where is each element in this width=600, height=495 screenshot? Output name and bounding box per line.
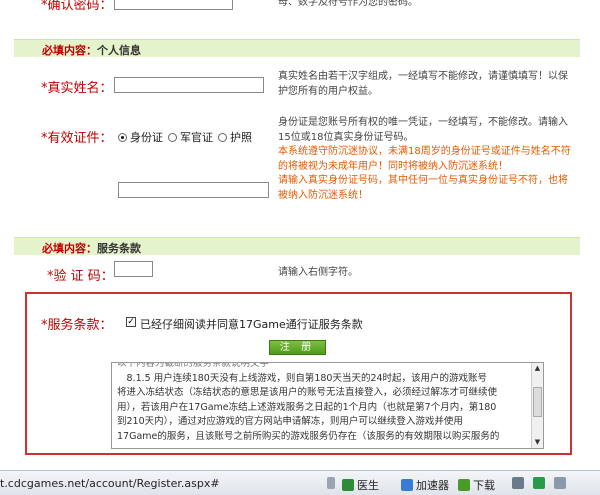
doctor-icon [342,479,354,491]
captcha-hint: 请输入右侧字符。 [278,267,358,278]
register-button[interactable]: 注 册 [269,340,326,355]
id-doc-label: *有效证件： [41,131,113,146]
section-key: 必填内容： [42,44,97,57]
id-number-input[interactable] [118,182,269,198]
section-terms: 必填内容：服务条款 [14,237,580,255]
radio-button[interactable] [168,132,177,142]
accelerator-icon [401,479,413,491]
terms-text-top: 以下内容为截断的服务条款说明文字 [117,362,270,369]
section-title: 服务条款 [97,242,141,255]
status-accelerator[interactable]: 加速器 [401,477,449,493]
download-icon [458,479,470,491]
confirm-password-label: *确认密码： [41,0,113,13]
status-doctor[interactable]: 医生 [342,477,379,493]
terms-label: *服务条款： [41,318,113,333]
tray-icon[interactable] [512,477,524,489]
scroll-thumb[interactable] [533,387,542,417]
status-url: t.cdcgames.net/account/Register.aspx# [0,477,220,490]
terms-checkbox[interactable]: ✓ [126,317,136,327]
scroll-down-icon[interactable]: ▼ [532,437,543,448]
confirm-password-hint: 母、数字及符号作为您的密码。 [278,0,418,8]
section-title: 个人信息 [97,44,141,57]
terms-text-area[interactable]: 以下内容为截断的服务条款说明文字 8.1.5 用户连续180天没有上线游戏，则自… [111,362,544,449]
id-doc-radio-group: 身份证 军官证 护照 [118,129,257,145]
radio-button[interactable] [218,132,227,142]
real-name-hint: 真实姓名由若干汉字组成，一经填写不能修改，请谨慎填写！以保 护您所有的用户权益。 [278,71,568,97]
radio-button[interactable] [118,132,127,142]
radio-id-card[interactable]: 身份证 [118,129,163,145]
ie-icon[interactable] [533,477,545,489]
section-key: 必填内容： [42,242,97,255]
confirm-password-input[interactable] [114,0,233,10]
phone-icon[interactable] [327,477,338,489]
status-icons [512,477,569,489]
section-personal-info: 必填内容：个人信息 [14,39,580,57]
radio-officer-card[interactable]: 军官证 [168,129,213,145]
captcha-label: *验 证 码： [47,269,114,284]
radio-passport[interactable]: 护照 [218,129,252,145]
zoom-icon[interactable] [554,477,566,489]
browser-status-bar: t.cdcgames.net/account/Register.aspx# 医生… [0,470,600,495]
real-name-label: *真实姓名： [41,81,113,96]
status-download[interactable]: 下载 [458,477,495,493]
terms-check-label[interactable]: 已经仔细阅读并同意17Game通行证服务条款 [140,316,363,332]
real-name-input[interactable] [114,77,264,93]
terms-scrollbar[interactable]: ▲ ▼ [531,363,543,448]
id-doc-hint: 身份证是您账号所有权的唯一凭证，一经填写，不能修改。请输入 15位或18位真实身… [278,117,571,201]
scroll-up-icon[interactable]: ▲ [532,363,543,374]
captcha-input[interactable] [114,261,153,277]
